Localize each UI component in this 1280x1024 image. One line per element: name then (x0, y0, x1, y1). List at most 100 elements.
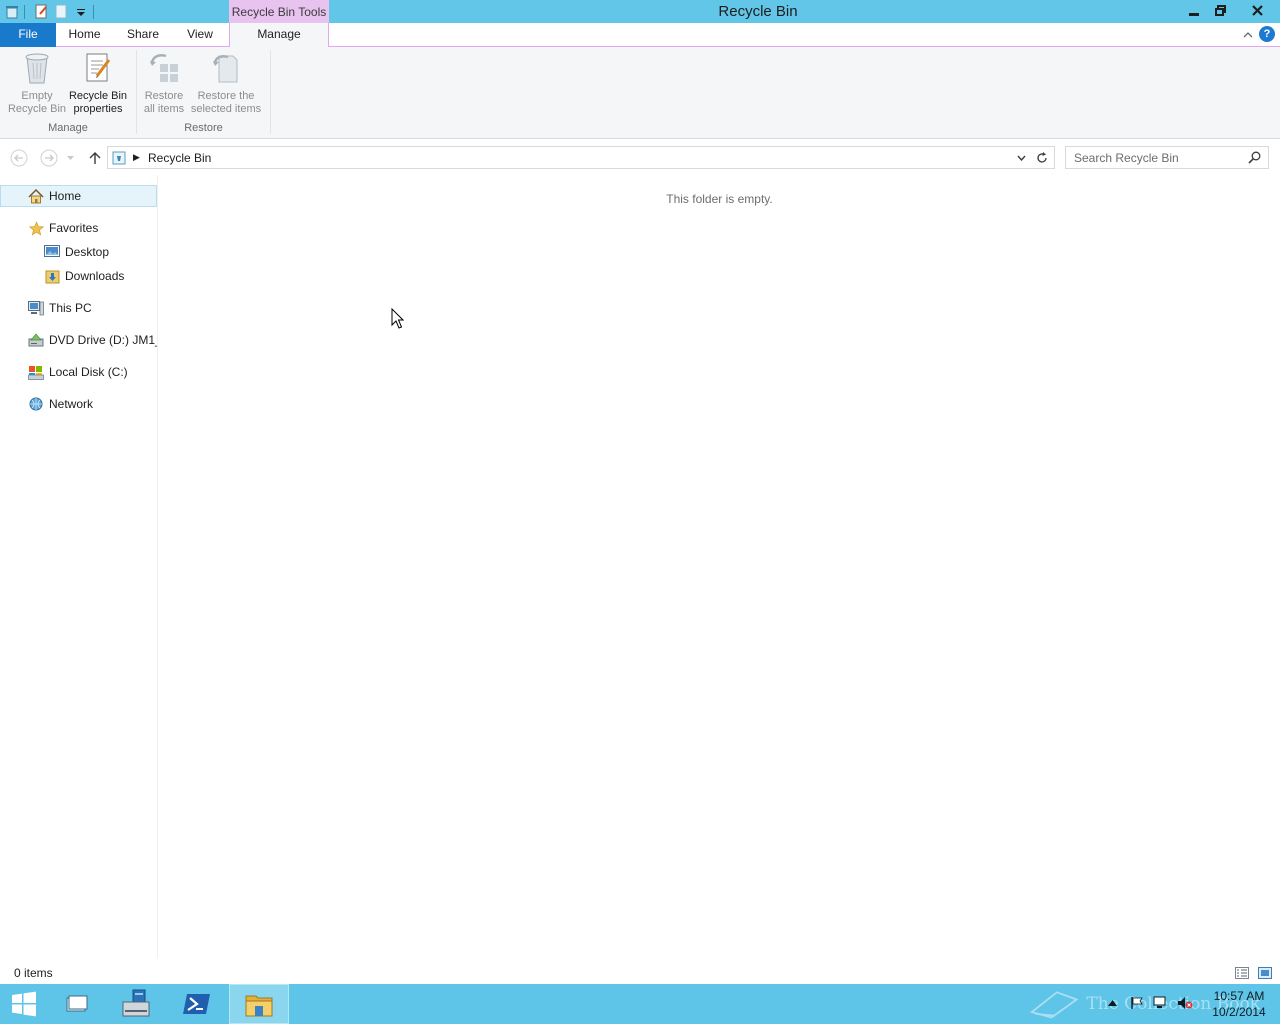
nav-item-desktop[interactable]: Desktop (0, 241, 157, 263)
properties-qat-icon[interactable] (33, 4, 49, 20)
file-explorer-icon (245, 995, 273, 1017)
computer-icon (28, 300, 44, 316)
nav-item-network[interactable]: Network (0, 393, 157, 415)
downloads-icon (44, 268, 60, 284)
item-count: 0 items (14, 966, 53, 980)
forward-button[interactable] (39, 148, 59, 168)
restore-selected-items-button[interactable]: Restore the selected items (189, 51, 263, 116)
qat-separator (93, 4, 94, 19)
nav-item-label: Downloads (65, 269, 125, 283)
recycle-bin-properties-button[interactable]: Recycle Bin properties (68, 51, 128, 116)
large-icons-view-icon[interactable] (1257, 965, 1273, 981)
empty-recycle-bin-button[interactable]: Empty Recycle Bin (6, 51, 68, 116)
network-status-icon[interactable] (1153, 995, 1169, 1011)
ribbon: Empty Recycle Bin Recycle Bin properties… (0, 47, 1280, 139)
details-view-icon[interactable] (1234, 965, 1250, 981)
taskbar-powershell[interactable] (168, 984, 226, 1024)
empty-recycle-bin-label-line1: Empty (21, 90, 53, 102)
restore-selected-label-line1: Restore the (197, 90, 255, 102)
powershell-icon (183, 994, 210, 1014)
tab-file[interactable]: File (0, 23, 56, 47)
nav-item-label: Network (49, 397, 94, 411)
home-icon (28, 188, 44, 204)
properties-icon (82, 51, 114, 85)
up-button[interactable] (85, 148, 105, 168)
nav-item-dvd-drive[interactable]: DVD Drive (D:) JM1_S (0, 329, 157, 351)
address-history-dropdown-icon[interactable] (1014, 151, 1028, 165)
empty-folder-message: This folder is empty. (666, 192, 773, 206)
local-disk-icon (28, 364, 44, 380)
recycle-bin-icon (21, 51, 53, 85)
nav-item-label: Desktop (65, 245, 110, 259)
empty-recycle-bin-label-line2: Recycle Bin (7, 103, 67, 115)
restore-selected-icon (210, 51, 242, 85)
help-icon[interactable]: ? (1259, 26, 1275, 42)
book-watermark-icon (1030, 991, 1079, 1019)
new-folder-qat-icon[interactable] (53, 4, 69, 20)
windows-icon (66, 995, 88, 1012)
recent-locations-dropdown[interactable] (63, 148, 77, 168)
star-icon (28, 220, 44, 236)
recycle-bin-properties-label-line2: properties (73, 103, 123, 115)
file-list-area[interactable]: This folder is empty. (159, 175, 1280, 958)
nav-item-this-pc[interactable]: This PC (0, 297, 157, 319)
back-button[interactable] (9, 148, 29, 168)
window-title: Recycle Bin (718, 3, 798, 20)
mouse-cursor-icon (391, 308, 404, 329)
restore-button[interactable] (1207, 0, 1234, 21)
taskbar-server-manager[interactable] (106, 984, 164, 1024)
search-input[interactable] (1066, 147, 1246, 168)
minimize-button[interactable] (1180, 0, 1207, 21)
restore-selected-label-line2: selected items (190, 103, 262, 115)
search-icon[interactable] (1248, 151, 1262, 165)
recycle-bin-small-icon[interactable] (4, 4, 20, 20)
address-bar[interactable]: ▶ Recycle Bin (107, 146, 1055, 169)
close-button[interactable] (1234, 0, 1280, 21)
quick-access-toolbar (0, 0, 98, 23)
qat-dropdown-icon[interactable] (73, 4, 89, 20)
manage-group-label: Manage (48, 122, 88, 134)
nav-item-label: Favorites (49, 221, 99, 235)
start-button[interactable] (0, 984, 48, 1024)
tab-manage[interactable]: Manage (229, 23, 329, 48)
nav-item-label: DVD Drive (D:) JM1_S (49, 333, 157, 347)
restore-all-label-line1: Restore (144, 90, 184, 102)
action-center-flag-icon[interactable] (1129, 995, 1145, 1011)
taskbar-task-view[interactable] (48, 984, 106, 1024)
window-controls (1180, 0, 1280, 21)
qat-separator (24, 4, 25, 19)
title-bar: Recycle Bin Tools Recycle Bin (0, 0, 1280, 23)
volume-muted-icon[interactable] (1177, 995, 1193, 1011)
dvd-drive-icon (28, 332, 44, 348)
taskbar-file-explorer[interactable] (229, 984, 289, 1024)
server-manager-icon (122, 989, 150, 1017)
context-tab-header: Recycle Bin Tools (229, 0, 329, 23)
search-box[interactable] (1065, 146, 1269, 169)
nav-item-home[interactable]: Home (0, 185, 157, 207)
refresh-icon[interactable] (1034, 150, 1050, 166)
status-bar: 0 items (0, 962, 1280, 984)
nav-item-downloads[interactable]: Downloads (0, 265, 157, 287)
recycle-bin-properties-label-line1: Recycle Bin (68, 90, 128, 102)
chevron-up-icon[interactable] (1240, 27, 1256, 43)
desktop-icon (44, 244, 60, 260)
taskbar-clock[interactable]: 10:57 AM 10/2/2014 (1204, 988, 1274, 1020)
tab-view[interactable]: View (173, 23, 227, 47)
nav-item-favorites[interactable]: Favorites (0, 217, 157, 239)
breadcrumb-recycle-bin[interactable]: Recycle Bin (148, 151, 211, 165)
restore-all-label-line2: all items (143, 103, 185, 115)
navigation-pane: Home Favorites Desktop Downloads This PC… (0, 175, 158, 958)
group-separator (270, 50, 271, 134)
nav-item-local-disk[interactable]: Local Disk (C:) (0, 361, 157, 383)
tab-share[interactable]: Share (113, 23, 173, 47)
nav-item-label: Local Disk (C:) (49, 365, 128, 379)
restore-all-items-button[interactable]: Restore all items (139, 51, 189, 116)
breadcrumb-chevron-icon[interactable]: ▶ (133, 152, 140, 163)
tab-home[interactable]: Home (56, 23, 113, 47)
address-row: ▶ Recycle Bin (0, 139, 1280, 175)
network-icon (28, 396, 44, 412)
show-hidden-icons-chevron-icon[interactable] (1104, 995, 1120, 1011)
nav-item-label: This PC (49, 301, 92, 315)
restore-all-icon (148, 51, 180, 85)
clock-date: 10/2/2014 (1212, 1005, 1266, 1019)
